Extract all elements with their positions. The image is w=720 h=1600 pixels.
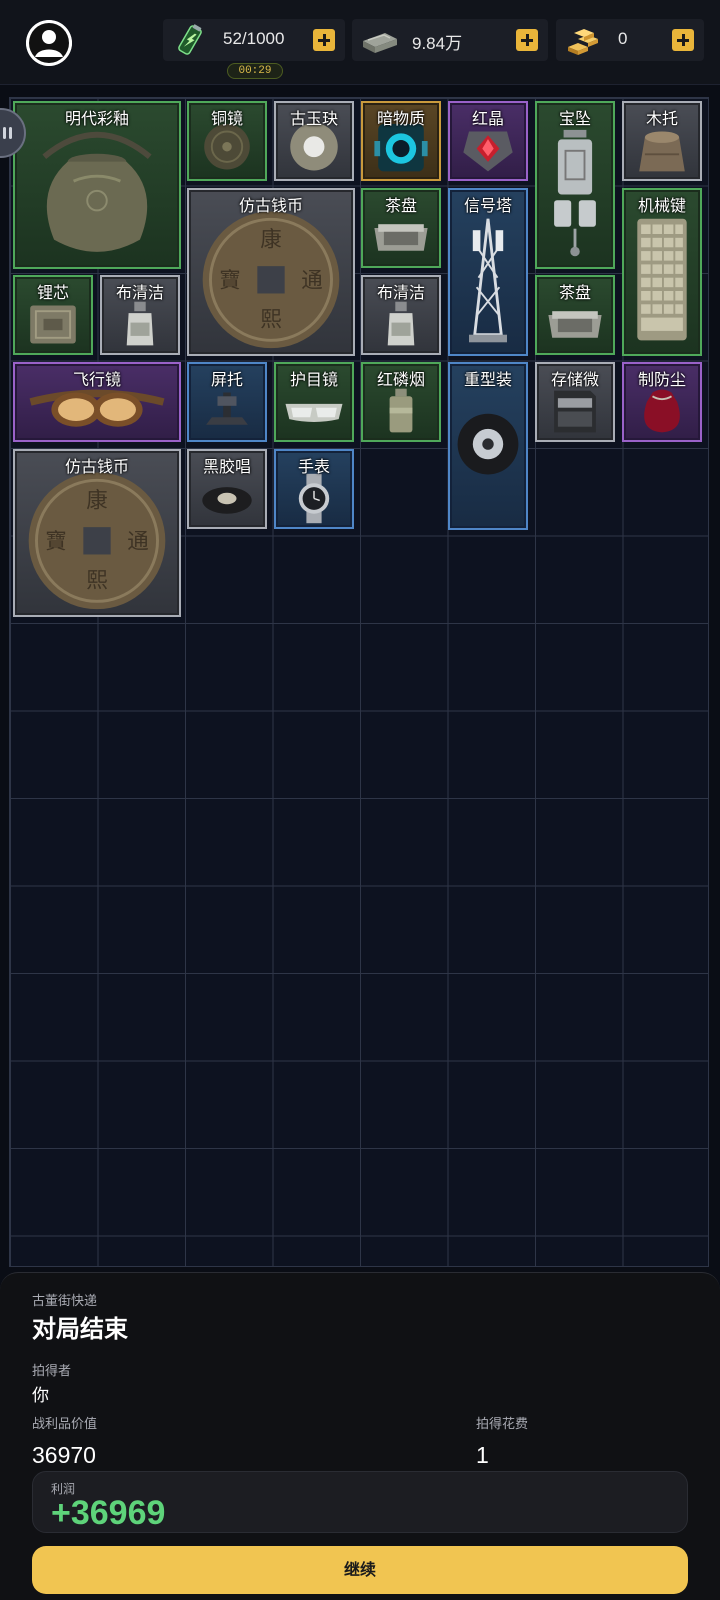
avatar[interactable] [26, 20, 72, 66]
item-antique-coin[interactable]: 康 熙 寶 通 仿古钱币 [187, 188, 355, 356]
top-bar: 52/1000 00:29 9.84万 0 [0, 0, 720, 85]
item-ming-glazed-jar[interactable]: 明代彩釉 [13, 101, 181, 269]
svg-text:康: 康 [260, 228, 281, 253]
winner-label: 拍得者 [32, 1364, 72, 1379]
cash-stack-icon [363, 33, 397, 53]
svg-text:熙: 熙 [260, 308, 281, 333]
item-safety-goggles[interactable]: 护目镜 [274, 362, 354, 442]
item-label: 仿古钱币 [64, 457, 129, 476]
energy-timer: 00:29 [227, 63, 283, 79]
add-gold-button[interactable] [672, 29, 694, 51]
item-label: 护目镜 [289, 370, 338, 389]
item-label: 宝坠 [558, 109, 591, 128]
energy-resource: 52/1000 [163, 19, 345, 61]
add-cash-button[interactable] [516, 29, 538, 51]
item-tea-tray[interactable]: 茶盘 [361, 188, 441, 268]
item-micro-storage[interactable]: 存储微 [535, 362, 615, 442]
svg-text:寶: 寶 [219, 269, 240, 294]
item-label: 重型装 [463, 370, 512, 389]
item-label: 茶盘 [384, 196, 417, 215]
item-label: 茶盘 [558, 283, 591, 302]
result-panel: 古董街快递 对局结束 拍得者 你 战利品价值 36970 拍得花费 1 利润 +… [0, 1272, 720, 1600]
item-label: 铜镜 [210, 109, 243, 128]
item-label: 制防尘 [637, 370, 686, 389]
svg-text:寶: 寶 [45, 530, 66, 555]
item-fabric-cleaner[interactable]: 布清洁 [100, 275, 180, 355]
item-vinyl-record[interactable]: 黑胶唱 [187, 449, 267, 529]
item-wristwatch[interactable]: 手表 [274, 449, 354, 529]
item-heavy-equipment[interactable]: 重型装 [448, 362, 528, 530]
item-wooden-stand[interactable]: 木托 [622, 101, 702, 181]
user-icon [26, 20, 72, 66]
cash-resource: 9.84万 [352, 19, 548, 61]
item-label: 红晶 [471, 109, 504, 128]
item-pendant[interactable]: 宝坠 [535, 101, 615, 269]
loot-value: 36970 [32, 1442, 96, 1468]
item-label: 明代彩釉 [64, 109, 129, 128]
item-dustproof-bag[interactable]: 制防尘 [622, 362, 702, 442]
item-label: 仿古钱币 [238, 196, 303, 215]
gold-resource: 0 [556, 19, 704, 61]
loot-value-label: 战利品价值 [32, 1417, 98, 1432]
continue-button[interactable]: 继续 [32, 1546, 688, 1594]
cost-value: 1 [476, 1442, 489, 1468]
gold-value: 0 [618, 29, 628, 48]
profit-value: +36969 [51, 1494, 166, 1532]
item-fabric-cleaner[interactable]: 布清洁 [361, 275, 441, 355]
gold-bars-icon [568, 29, 598, 55]
item-red-crystal[interactable]: 红晶 [448, 101, 528, 181]
item-jade-ring[interactable]: 古玉玦 [274, 101, 354, 181]
cost-label: 拍得花费 [476, 1417, 529, 1432]
add-energy-button[interactable] [313, 29, 335, 51]
item-label: 存储微 [550, 370, 599, 389]
item-screen-stand[interactable]: 屏托 [187, 362, 267, 442]
inventory-grid: 明代彩釉 铜镜 古玉玦 暗物质 红晶 宝坠 木托 康 熙 寶 通 仿古钱币 茶盘… [9, 97, 709, 1267]
item-label: 布清洁 [115, 283, 164, 302]
item-label: 古玉玦 [289, 109, 338, 128]
item-label: 手表 [297, 457, 330, 476]
energy-value: 52/1000 [223, 29, 285, 48]
item-label: 红磷烟 [376, 370, 425, 389]
item-mechanical-keyboard[interactable]: 机械键 [622, 188, 702, 356]
item-signal-tower[interactable]: 信号塔 [448, 188, 528, 356]
item-label: 屏托 [210, 370, 243, 389]
profit-box: 利润 +36969 [32, 1471, 688, 1533]
item-label: 机械键 [637, 196, 686, 215]
result-title: 对局结束 [32, 1315, 128, 1343]
svg-text:熙: 熙 [86, 569, 107, 594]
item-label: 信号塔 [463, 196, 512, 215]
cash-value: 9.84万 [412, 34, 463, 53]
item-antique-coin[interactable]: 康 熙 寶 通 仿古钱币 [13, 449, 181, 617]
item-tea-tray[interactable]: 茶盘 [535, 275, 615, 355]
item-bronze-mirror[interactable]: 铜镜 [187, 101, 267, 181]
item-dark-matter[interactable]: 暗物质 [361, 101, 441, 181]
item-label: 布清洁 [376, 283, 425, 302]
item-lithium-cell[interactable]: 锂芯 [13, 275, 93, 355]
svg-text:通: 通 [127, 530, 148, 555]
item-flight-goggles[interactable]: 飞行镜 [13, 362, 181, 442]
item-label: 木托 [645, 109, 678, 128]
item-label: 暗物质 [376, 109, 425, 128]
item-red-phosphorus-smoke[interactable]: 红磷烟 [361, 362, 441, 442]
svg-text:通: 通 [301, 269, 322, 294]
energy-drink-icon [178, 24, 202, 55]
item-label: 锂芯 [36, 283, 69, 302]
source-label: 古董街快递 [32, 1294, 98, 1309]
item-label: 飞行镜 [72, 370, 121, 389]
winner-value: 你 [32, 1386, 49, 1406]
item-label: 黑胶唱 [202, 457, 251, 476]
svg-text:康: 康 [86, 489, 107, 514]
